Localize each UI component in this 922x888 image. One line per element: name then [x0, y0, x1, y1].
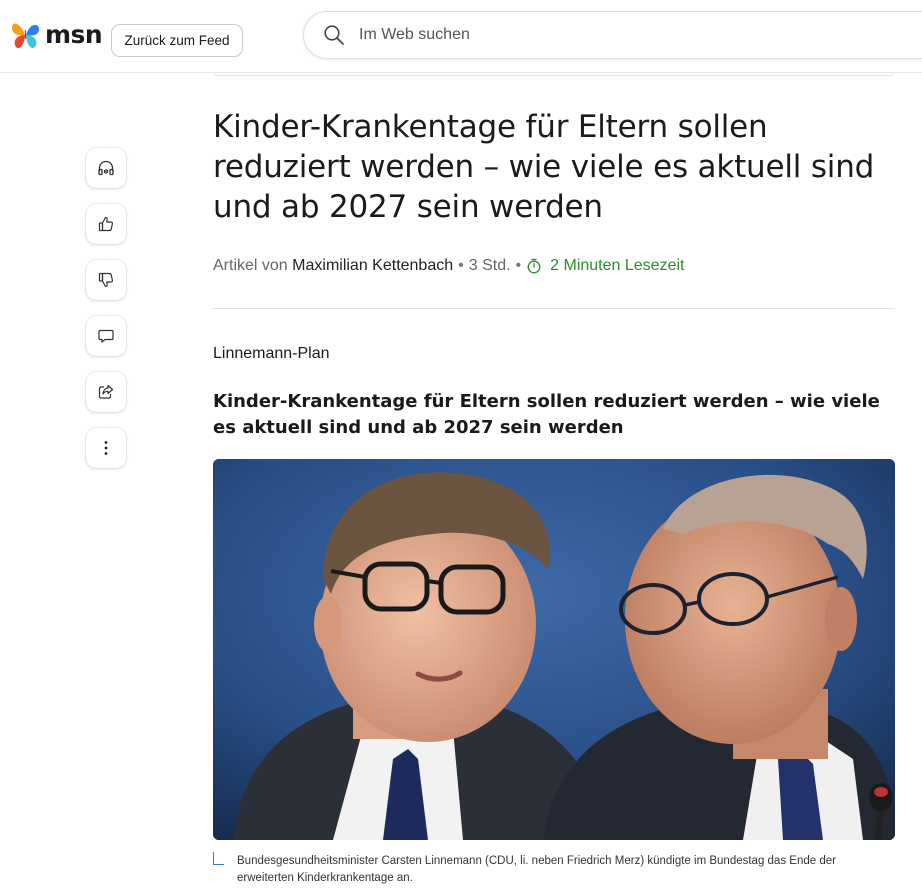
share-button[interactable]	[86, 372, 126, 412]
logo-text: msn	[45, 19, 103, 49]
top-bar: msn Zurück zum Feed	[0, 0, 922, 73]
msn-logo[interactable]: msn	[10, 18, 103, 52]
article-byline: Artikel von Maximilian Kettenbach • 3 St…	[213, 257, 684, 275]
dislike-button[interactable]	[86, 260, 126, 300]
article-title: Kinder-Krankentage für Eltern sollen red…	[213, 109, 875, 225]
search-icon[interactable]	[323, 24, 345, 46]
article-hero-image[interactable]	[213, 459, 895, 840]
separator-dot: •	[458, 257, 464, 274]
stopwatch-icon	[527, 258, 541, 274]
image-caption: Bundesgesundheitsminister Carsten Linnem…	[237, 855, 836, 884]
thumbs-up-icon	[98, 216, 114, 232]
headphones-icon	[98, 160, 114, 176]
article-kicker: Linnemann-Plan	[213, 345, 330, 362]
back-to-feed-button[interactable]: Zurück zum Feed	[111, 24, 243, 57]
byline-divider	[213, 308, 895, 309]
hero-photo	[213, 459, 895, 840]
search-input[interactable]	[359, 12, 919, 58]
like-button[interactable]	[86, 204, 126, 244]
byline-prefix: Artikel von	[213, 257, 288, 274]
article-subheadline: Kinder-Krankentage für Eltern sollen red…	[213, 391, 880, 438]
reading-time-label: 2 Minuten Lesezeit	[550, 257, 685, 274]
article-age: 3 Std.	[468, 257, 511, 274]
share-icon	[98, 384, 114, 399]
separator-dot: •	[515, 257, 522, 274]
content-top-edge	[213, 72, 895, 76]
author-link[interactable]: Maximilian Kettenbach	[292, 257, 453, 275]
search-bar[interactable]	[303, 11, 922, 59]
more-options-button[interactable]	[86, 428, 126, 468]
comment-button[interactable]	[86, 316, 126, 356]
thumbs-down-icon	[98, 272, 114, 288]
butterfly-logo-icon	[11, 23, 40, 49]
listen-button[interactable]	[86, 148, 126, 188]
caption-accent-mark	[213, 852, 224, 865]
reading-time: 2 Minuten Lesezeit	[526, 257, 684, 275]
article-actions-rail	[86, 148, 126, 484]
comment-icon	[98, 329, 114, 343]
more-vertical-icon	[104, 441, 108, 455]
